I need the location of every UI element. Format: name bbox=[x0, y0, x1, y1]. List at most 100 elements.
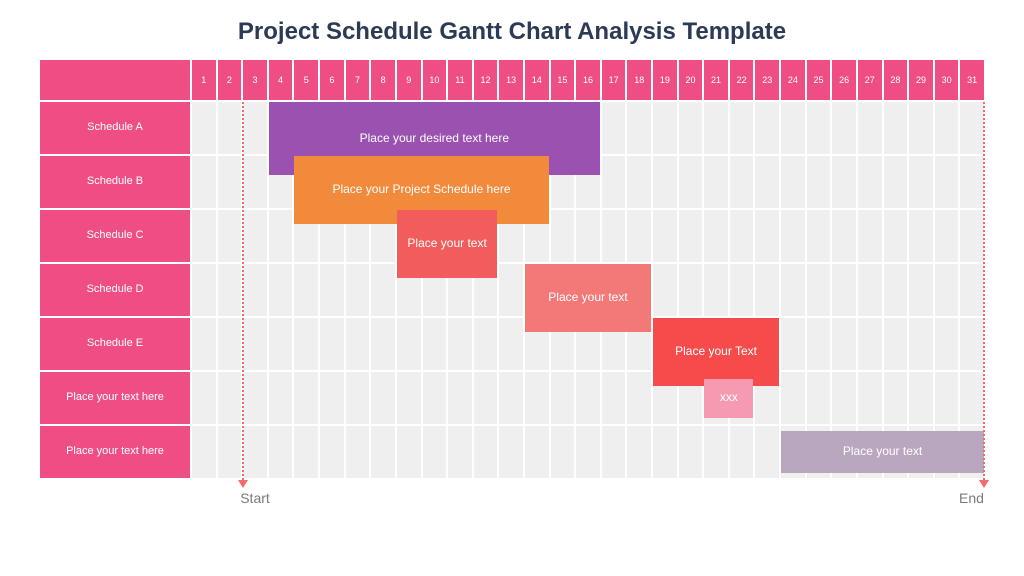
day-header: 10 bbox=[423, 60, 447, 100]
grid-cell bbox=[755, 210, 779, 262]
grid-cell bbox=[832, 264, 856, 316]
grid-cell bbox=[294, 372, 318, 424]
grid-cell bbox=[730, 156, 754, 208]
grid-cell bbox=[243, 264, 267, 316]
day-header: 23 bbox=[755, 60, 779, 100]
grid-cell bbox=[218, 372, 242, 424]
grid-cell bbox=[807, 318, 831, 370]
grid-cell bbox=[423, 318, 447, 370]
grid-cell bbox=[218, 102, 242, 154]
grid-cell bbox=[218, 210, 242, 262]
grid-cell bbox=[858, 318, 882, 370]
grid-cell bbox=[704, 210, 728, 262]
grid-cell bbox=[525, 426, 549, 478]
grid-cell bbox=[602, 210, 626, 262]
grid-cell bbox=[294, 264, 318, 316]
grid-cell bbox=[371, 318, 395, 370]
day-header: 22 bbox=[730, 60, 754, 100]
grid-cell bbox=[423, 372, 447, 424]
day-header: 15 bbox=[551, 60, 575, 100]
grid-cell bbox=[269, 372, 293, 424]
day-header: 4 bbox=[269, 60, 293, 100]
marker-arrow-icon bbox=[238, 480, 248, 488]
grid-cell bbox=[935, 372, 959, 424]
grid-cell bbox=[551, 426, 575, 478]
grid-cell bbox=[243, 156, 267, 208]
row-label: Schedule D bbox=[40, 264, 190, 316]
grid-cell bbox=[320, 426, 344, 478]
grid-cell bbox=[730, 102, 754, 154]
grid-cell bbox=[807, 102, 831, 154]
grid-cell bbox=[909, 318, 933, 370]
grid-cell bbox=[884, 372, 908, 424]
grid-cell bbox=[218, 318, 242, 370]
grid-cell bbox=[499, 318, 523, 370]
grid-cell bbox=[730, 426, 754, 478]
grid-cell bbox=[294, 426, 318, 478]
row-label: Schedule A bbox=[40, 102, 190, 154]
grid-cell bbox=[627, 102, 651, 154]
grid-cell bbox=[474, 426, 498, 478]
grid-cell bbox=[679, 102, 703, 154]
grid-cell bbox=[807, 372, 831, 424]
row-label: Schedule E bbox=[40, 318, 190, 370]
grid-cell bbox=[909, 210, 933, 262]
day-header: 24 bbox=[781, 60, 805, 100]
grid-cell bbox=[884, 264, 908, 316]
grid-cell bbox=[884, 210, 908, 262]
grid-cell bbox=[704, 102, 728, 154]
grid-cell bbox=[243, 426, 267, 478]
grid-cell bbox=[192, 210, 216, 262]
marker-label: Start bbox=[240, 490, 270, 506]
day-header: 25 bbox=[807, 60, 831, 100]
header-left-blank bbox=[40, 60, 190, 100]
grid-cell bbox=[858, 102, 882, 154]
grid-cell bbox=[935, 318, 959, 370]
grid-cell bbox=[679, 210, 703, 262]
day-header: 2 bbox=[218, 60, 242, 100]
grid-cell bbox=[269, 264, 293, 316]
grid-cell bbox=[218, 156, 242, 208]
marker-label: End bbox=[959, 490, 984, 506]
row-label: Place your text here bbox=[40, 372, 190, 424]
grid-cell bbox=[960, 372, 984, 424]
gantt-chart: 1234567891011121314151617181920212223242… bbox=[40, 60, 984, 478]
grid-cell bbox=[627, 372, 651, 424]
grid-cell bbox=[781, 372, 805, 424]
grid-cell bbox=[243, 318, 267, 370]
grid-cell bbox=[192, 426, 216, 478]
grid-cell bbox=[653, 264, 677, 316]
day-header: 11 bbox=[448, 60, 472, 100]
grid-cell bbox=[858, 372, 882, 424]
grid-cell bbox=[346, 318, 370, 370]
grid-cell bbox=[576, 210, 600, 262]
grid-cell bbox=[346, 264, 370, 316]
gantt-bar: Place your text bbox=[525, 264, 651, 332]
grid-cell bbox=[602, 426, 626, 478]
day-header: 14 bbox=[525, 60, 549, 100]
grid-cell bbox=[679, 156, 703, 208]
grid-cell bbox=[884, 102, 908, 154]
day-header: 21 bbox=[704, 60, 728, 100]
grid-cell bbox=[397, 426, 421, 478]
gantt-bar: Place your text bbox=[397, 210, 497, 278]
grid-cell bbox=[781, 264, 805, 316]
row-label: Schedule B bbox=[40, 156, 190, 208]
grid-cell bbox=[243, 210, 267, 262]
grid-cell bbox=[627, 426, 651, 478]
day-header: 26 bbox=[832, 60, 856, 100]
grid-cell bbox=[192, 318, 216, 370]
grid-cell bbox=[243, 372, 267, 424]
grid-cell bbox=[397, 318, 421, 370]
grid-cell bbox=[499, 372, 523, 424]
grid-cell bbox=[755, 426, 779, 478]
grid-cell bbox=[755, 156, 779, 208]
grid-cell bbox=[653, 210, 677, 262]
grid-cell bbox=[884, 318, 908, 370]
marker-arrow-icon bbox=[979, 480, 989, 488]
day-header: 12 bbox=[474, 60, 498, 100]
day-header: 28 bbox=[884, 60, 908, 100]
gantt-bar: Place your Text bbox=[653, 318, 779, 386]
grid-cell bbox=[909, 372, 933, 424]
grid-cell bbox=[832, 156, 856, 208]
